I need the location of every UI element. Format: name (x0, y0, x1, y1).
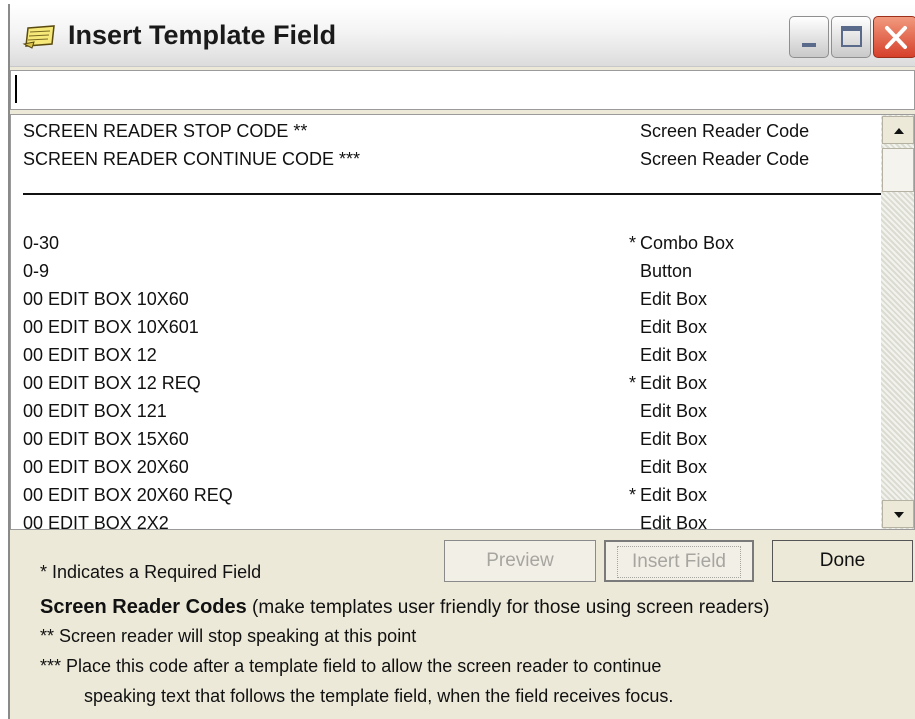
list-item[interactable]: 00 EDIT BOX 15X60 Edit Box (11, 429, 881, 457)
arrow-up-icon (894, 128, 904, 134)
stop-code-note: ** Screen reader will stop speaking at t… (40, 626, 417, 646)
continue-code-note: *** Place this code after a template fie… (40, 656, 662, 676)
minimize-button[interactable] (789, 16, 829, 58)
field-name: 00 EDIT BOX 2X2 (23, 513, 169, 530)
maximize-button[interactable] (831, 16, 871, 58)
list-item[interactable]: 00 EDIT BOX 10X60 Edit Box (11, 289, 881, 317)
list-item[interactable]: SCREEN READER STOP CODE ** Screen Reader… (11, 121, 881, 149)
field-type: Edit Box (640, 485, 708, 505)
field-name: 00 EDIT BOX 10X60 (23, 289, 189, 309)
insert-template-field-dialog: Insert Template Field SCREEN READER STOP… (8, 4, 915, 719)
close-icon (885, 26, 907, 49)
minimize-icon (802, 43, 816, 47)
list-item[interactable]: 00 EDIT BOX 121 Edit Box (11, 401, 881, 429)
screen-reader-codes-heading: Screen Reader Codes (40, 596, 247, 618)
list-item[interactable]: 00 EDIT BOX 20X60 REQ * Edit Box (11, 485, 881, 513)
insert-field-button[interactable]: Insert Field (604, 540, 754, 582)
window-title: Insert Template Field (68, 20, 337, 50)
scroll-down-button[interactable] (882, 500, 914, 528)
field-type: Edit Box (640, 457, 708, 477)
field-name: 0-9 (23, 261, 50, 281)
list-item[interactable]: SCREEN READER CONTINUE CODE *** Screen R… (11, 149, 881, 177)
field-name: 00 EDIT BOX 12 REQ (23, 373, 201, 393)
field-type: Screen Reader Code (640, 149, 810, 169)
field-type: Screen Reader Code (640, 121, 810, 141)
continue-code-note-line2: speaking text that follows the template … (84, 686, 674, 706)
notepad-icon (22, 24, 58, 50)
field-name: SCREEN READER CONTINUE CODE *** (23, 149, 361, 169)
maximize-icon (841, 26, 862, 47)
text-caret (15, 75, 17, 103)
insert-field-label: Insert Field (617, 546, 741, 578)
field-type: Edit Box (640, 345, 708, 365)
title-bar[interactable]: Insert Template Field (10, 4, 915, 67)
list-separator (23, 193, 885, 195)
list-item[interactable]: 00 EDIT BOX 12 REQ * Edit Box (11, 373, 881, 401)
field-type: Edit Box (640, 513, 708, 530)
required-marker: * (629, 485, 637, 505)
screen-reader-codes-description: (make templates user friendly for those … (252, 597, 770, 618)
field-name: 00 EDIT BOX 12 (23, 345, 157, 365)
list-item[interactable]: 00 EDIT BOX 12 Edit Box (11, 345, 881, 373)
field-type: Combo Box (640, 233, 735, 253)
done-button[interactable]: Done (772, 540, 913, 582)
list-item[interactable]: 00 EDIT BOX 2X2 Edit Box (11, 513, 881, 530)
field-name: 00 EDIT BOX 10X601 (23, 317, 199, 337)
field-type: Edit Box (640, 373, 708, 393)
vertical-scrollbar[interactable] (881, 115, 914, 529)
field-name: SCREEN READER STOP CODE ** (23, 121, 308, 141)
screen-reader-codes-note: Screen Reader Codes (make templates user… (40, 596, 770, 619)
field-name: 00 EDIT BOX 20X60 REQ (23, 485, 233, 505)
scroll-thumb[interactable] (882, 148, 914, 192)
field-name: 0-30 (23, 233, 60, 253)
field-type: Edit Box (640, 401, 708, 421)
required-marker: * (629, 373, 637, 393)
list-item[interactable]: 00 EDIT BOX 10X601 Edit Box (11, 317, 881, 345)
required-marker: * (629, 233, 637, 253)
search-input[interactable] (10, 70, 915, 110)
list-item[interactable]: 0-30 * Combo Box (11, 233, 881, 261)
close-button[interactable] (873, 16, 915, 58)
required-field-note: * Indicates a Required Field (40, 562, 262, 582)
scroll-up-button[interactable] (882, 116, 914, 144)
preview-button[interactable]: Preview (444, 540, 596, 582)
field-type: Edit Box (640, 289, 708, 309)
field-type: Edit Box (640, 429, 708, 449)
template-field-list[interactable]: SCREEN READER STOP CODE ** Screen Reader… (10, 114, 915, 530)
list-item[interactable]: 00 EDIT BOX 20X60 Edit Box (11, 457, 881, 485)
field-type: Edit Box (640, 317, 708, 337)
field-name: 00 EDIT BOX 20X60 (23, 457, 189, 477)
list-item[interactable]: 0-9 Button (11, 261, 881, 289)
field-type: Button (640, 261, 693, 281)
field-name: 00 EDIT BOX 121 (23, 401, 167, 421)
field-name: 00 EDIT BOX 15X60 (23, 429, 189, 449)
arrow-down-icon (894, 512, 904, 518)
